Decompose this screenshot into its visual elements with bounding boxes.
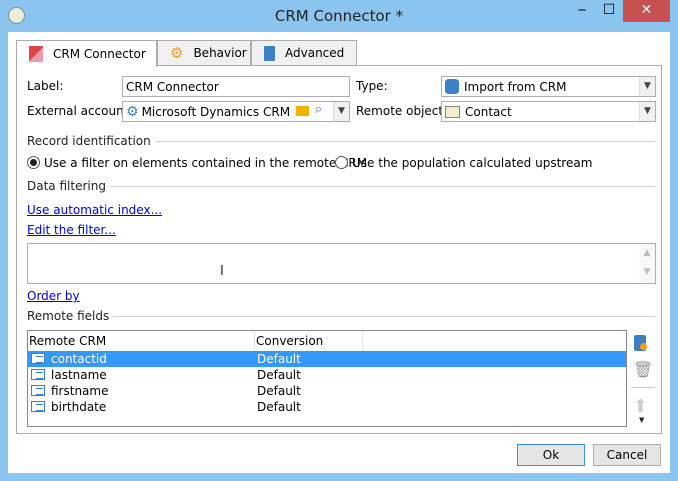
radio-button[interactable] <box>335 156 348 169</box>
filter-textarea[interactable]: ▲ ▼ I <box>27 243 656 284</box>
conversion-value: Default <box>257 368 301 382</box>
tab-advanced[interactable]: Advanced <box>251 40 357 66</box>
search-icon[interactable]: ⌕ <box>315 102 322 117</box>
radio-remote-filter[interactable]: Use a filter on elements contained in th… <box>27 156 367 170</box>
tab-label: Behavior <box>193 46 247 60</box>
data-filtering-section: Data filtering <box>27 179 655 193</box>
tab-crm-connector[interactable]: CRM Connector <box>16 40 157 67</box>
scrollbar[interactable]: ▲ ▼ <box>639 244 655 283</box>
radio-label: Use a filter on elements contained in th… <box>44 156 368 170</box>
type-label: Type: <box>356 79 388 93</box>
ok-button[interactable]: Ok <box>517 444 585 466</box>
field-name: lastname <box>51 368 107 382</box>
conversion-value: Default <box>257 352 301 366</box>
remote-object-value: Contact <box>465 104 512 119</box>
remote-object-select[interactable]: Contact ▼ <box>441 101 656 122</box>
section-title: Record identification <box>27 134 151 148</box>
chevron-down-icon[interactable]: ▼ <box>333 102 349 121</box>
cancel-button[interactable]: Cancel <box>593 444 661 466</box>
radio-button[interactable] <box>27 156 40 169</box>
record-identification-section: Record identification <box>27 134 655 148</box>
tab-behavior[interactable]: ⚙ Behavior <box>157 40 251 66</box>
more-arrow-icon[interactable]: ▼ <box>639 416 644 424</box>
label-label: Label: <box>27 79 64 93</box>
field-icon <box>31 385 45 396</box>
tab-label: Advanced <box>285 46 345 60</box>
field-icon <box>31 369 45 380</box>
chevron-down-icon[interactable]: ▼ <box>639 77 655 96</box>
gears-icon: ⚙ <box>170 44 184 62</box>
arrow-up-icon[interactable]: ⬆ <box>633 396 648 417</box>
conversion-value: Default <box>257 400 301 414</box>
radio-label: Use the population calculated upstream <box>352 156 593 170</box>
table-row[interactable]: birthdate Default <box>28 399 626 415</box>
folder-icon[interactable] <box>296 106 309 116</box>
chevron-down-icon[interactable]: ▼ <box>639 102 655 121</box>
remote-object-label: Remote object: <box>356 104 448 118</box>
field-name: birthdate <box>51 400 107 414</box>
maximize-button[interactable]: ☐ <box>596 0 622 22</box>
field-name: contactid <box>51 352 107 366</box>
app-icon <box>8 7 25 24</box>
label-value: CRM Connector <box>126 79 219 94</box>
edit-filter-link[interactable]: Edit the filter... <box>27 223 116 237</box>
database-import-icon <box>445 79 459 94</box>
clipboard-icon <box>264 45 275 61</box>
table-row[interactable]: firstname Default <box>28 383 626 399</box>
field-icon <box>31 401 45 412</box>
external-account-label: External account: <box>27 104 133 118</box>
type-value: Import from CRM <box>464 79 567 94</box>
add-field-icon[interactable] <box>634 335 647 351</box>
field-name: firstname <box>51 384 109 398</box>
toolbar-divider <box>631 387 655 388</box>
remote-fields-section: Remote fields <box>27 309 655 323</box>
table-row[interactable]: contactid Default <box>28 351 626 367</box>
tab-label: CRM Connector <box>53 47 146 61</box>
close-button[interactable]: ✕ <box>623 0 670 22</box>
gear-globe-icon: ⚙ <box>126 103 139 120</box>
column-header-conversion[interactable]: Conversion <box>255 331 363 351</box>
external-account-value: Microsoft Dynamics CRM <box>141 104 291 119</box>
field-icon <box>31 353 45 364</box>
remote-fields-table[interactable]: Remote CRM Conversion contactid Default la… <box>27 330 627 427</box>
text-cursor-icon: I <box>220 264 224 279</box>
column-header-remote-crm[interactable]: Remote CRM <box>28 331 255 351</box>
minimize-button[interactable]: ‒ <box>569 0 595 22</box>
type-select[interactable]: Import from CRM ▼ <box>441 76 656 97</box>
conversion-value: Default <box>257 384 301 398</box>
section-title: Remote fields <box>27 309 110 323</box>
use-automatic-index-link[interactable]: Use automatic index... <box>27 203 162 217</box>
contact-card-icon <box>445 105 460 118</box>
order-by-link[interactable]: Order by <box>27 289 80 303</box>
external-account-input[interactable]: ⚙ Microsoft Dynamics CRM ⌕ ▼ <box>122 101 350 122</box>
radio-upstream-population[interactable]: Use the population calculated upstream <box>335 156 592 170</box>
table-row[interactable]: lastname Default <box>28 367 626 383</box>
trash-icon[interactable]: 🗑 <box>633 360 653 379</box>
section-title: Data filtering <box>27 179 106 193</box>
label-input[interactable]: CRM Connector <box>122 76 350 97</box>
crm-icon <box>29 46 43 62</box>
